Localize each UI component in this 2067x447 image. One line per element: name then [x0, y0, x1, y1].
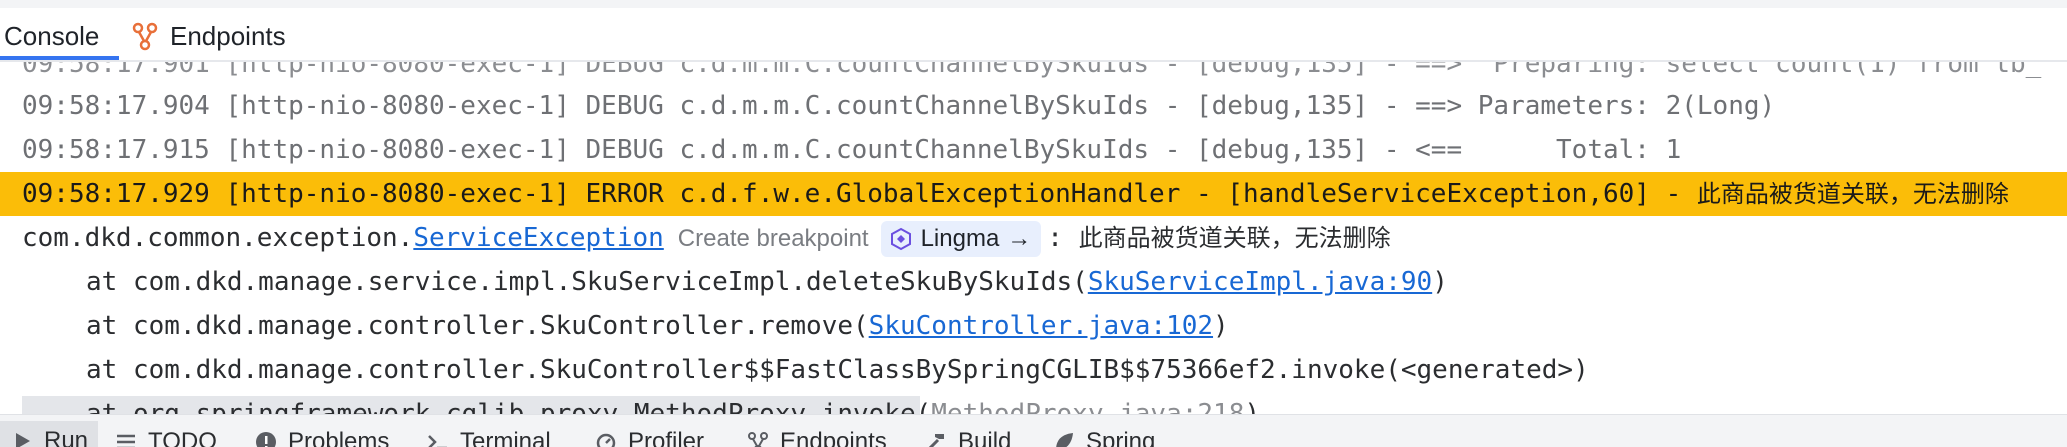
log-line: 09:58:17.915 [http-nio-8080-exec-1] DEBU… [22, 135, 1682, 165]
hammer-icon [928, 434, 944, 447]
stack-frame-text: at com.dkd.manage.controller.SkuControll… [86, 355, 1589, 385]
stack-frame-text: at com.dkd.manage.service.impl.SkuServic… [86, 267, 1088, 297]
exception-package: com.dkd.common.exception. [22, 223, 414, 253]
exception-message: 此商品被货道关联，无法删除 [1078, 224, 1391, 252]
tool-tab-problems[interactable]: Problems [254, 425, 389, 447]
tab-console[interactable]: Console [0, 14, 120, 60]
tool-tab-endpoints-label: Endpoints [780, 428, 887, 447]
run-icon [16, 433, 30, 447]
tool-tab-spring[interactable]: Spring [1052, 425, 1155, 447]
log-line-partial: 09:58:17.901 [http-nio-8080-exec-1] DEBU… [22, 62, 2042, 79]
stack-frame-link[interactable]: MethodProxy.java:218 [931, 399, 1244, 414]
create-breakpoint-link[interactable]: Create breakpoint [678, 217, 869, 261]
tool-tab-problems-label: Problems [288, 428, 390, 447]
tool-tab-run-label: Run [44, 427, 89, 447]
exception-line: com.dkd.common.exception.ServiceExceptio… [0, 216, 2067, 260]
tool-tab-endpoints[interactable]: Endpoints [746, 425, 887, 447]
problems-icon [256, 432, 276, 447]
tab-endpoints-label: Endpoints [170, 20, 286, 51]
stack-frame-link[interactable]: SkuServiceImpl.java:90 [1088, 267, 1432, 297]
console-output[interactable]: 09:58:17.901 [http-nio-8080-exec-1] DEBU… [0, 62, 2067, 414]
tool-tab-run[interactable]: Run [0, 421, 99, 447]
tool-window-tab-bar [0, 0, 2067, 60]
error-prefix: 09:58:17.929 [http-nio-8080-exec-1] ERRO… [22, 179, 1697, 209]
endpoints-icon [132, 22, 158, 51]
tool-tab-todo[interactable]: TODO [114, 425, 217, 447]
stack-frame-text: at com.dkd.manage.controller.SkuControll… [86, 311, 869, 341]
tool-tab-spring-label: Spring [1086, 428, 1156, 447]
lingma-label: Lingma [920, 224, 1000, 252]
stack-frame: at org.springframework.cglib.proxy.Metho… [0, 392, 2067, 414]
tab-endpoints[interactable]: Endpoints [130, 14, 286, 58]
tool-tab-profiler-label: Profiler [628, 428, 705, 447]
tool-tab-terminal[interactable]: Terminal [426, 425, 551, 447]
exception-class-link[interactable]: ServiceException [413, 223, 663, 253]
tool-tab-build-label: Build [958, 428, 1012, 447]
bottom-tool-bar: Run TODO Problems Terminal Profiler Endp… [0, 414, 2067, 447]
error-message: 此商品被货道关联，无法删除 [1696, 180, 2009, 208]
lingma-button[interactable]: Lingma → [880, 220, 1042, 257]
tool-tab-build[interactable]: Build [924, 425, 1011, 447]
endpoints-icon [748, 432, 768, 447]
exception-separator: : [1047, 223, 1079, 253]
spring-leaf-icon [1056, 433, 1073, 447]
stack-frame: at com.dkd.manage.controller.SkuControll… [0, 304, 2067, 348]
tab-console-label: Console [4, 20, 100, 51]
tool-tab-profiler[interactable]: Profiler [594, 425, 704, 447]
list-icon [117, 434, 135, 447]
tool-tab-terminal-label: Terminal [460, 428, 551, 447]
stack-frame-text: at org.springframework.cglib.proxy.Metho… [86, 399, 932, 414]
stack-frame-end: ) [1432, 267, 1448, 297]
arrow-right-icon: → [1007, 224, 1032, 252]
stack-frame-end: ) [1244, 399, 1261, 414]
profiler-icon [596, 433, 616, 447]
stack-frame-end: ) [1213, 311, 1229, 341]
stack-frame: at com.dkd.manage.controller.SkuControll… [0, 348, 2067, 392]
terminal-icon [428, 435, 447, 447]
lingma-icon [890, 227, 911, 250]
stack-frame: at com.dkd.manage.service.impl.SkuServic… [0, 260, 2067, 304]
stack-frame-link[interactable]: SkuController.java:102 [869, 311, 1213, 341]
log-line-error: 09:58:17.929 [http-nio-8080-exec-1] ERRO… [0, 172, 2067, 216]
log-line: 09:58:17.904 [http-nio-8080-exec-1] DEBU… [22, 91, 1776, 121]
tool-tab-todo-label: TODO [148, 428, 217, 447]
